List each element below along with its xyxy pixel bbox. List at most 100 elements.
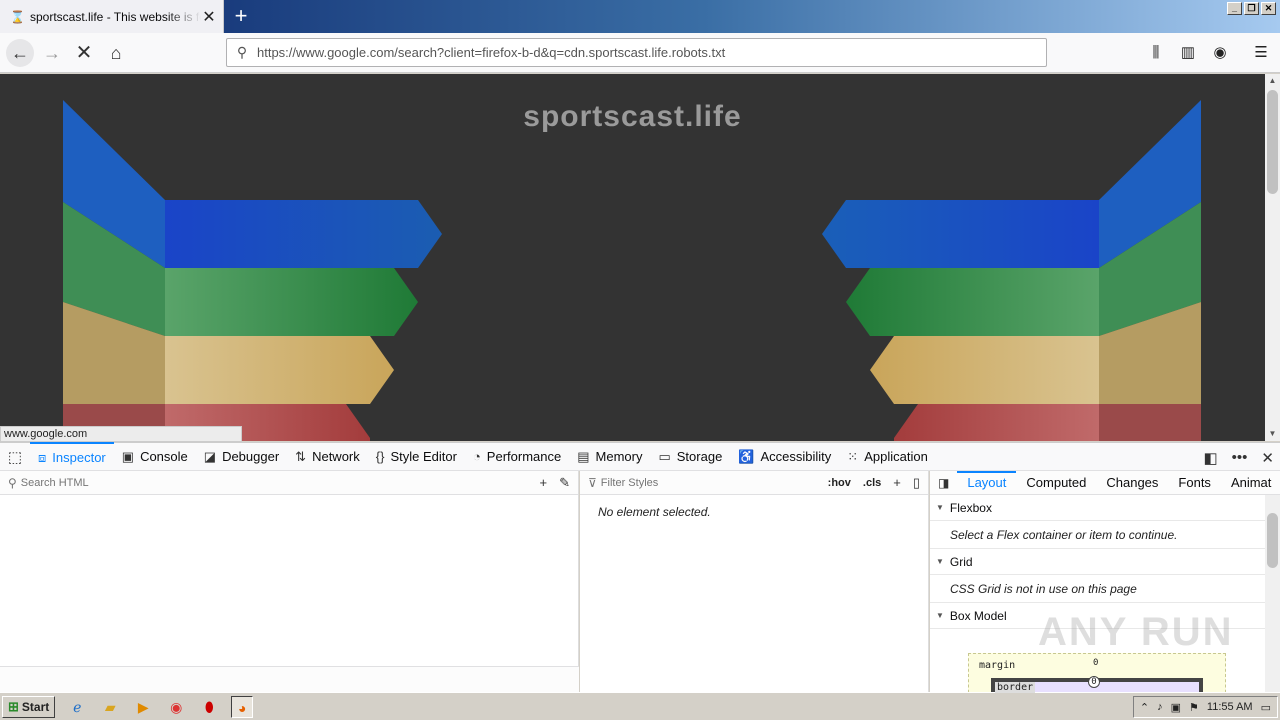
devtools-tab-inspector[interactable]: ⧈ Inspector (30, 442, 114, 471)
box-model-label: Box Model (949, 608, 1007, 623)
url-input[interactable] (257, 45, 1046, 60)
devtools-tab-accessibility[interactable]: ♿ Accessibility (730, 442, 839, 471)
more-options-icon[interactable]: ••• (1232, 449, 1248, 466)
stop-button[interactable]: ✕ (70, 39, 98, 67)
library-icon[interactable]: ⫼ (1142, 39, 1170, 67)
close-tab-icon[interactable]: ✕ (201, 7, 217, 27)
flag-icon[interactable]: ⚑ (1189, 701, 1199, 714)
filter-styles-input[interactable] (600, 476, 816, 489)
back-button[interactable]: ← (6, 39, 34, 67)
breadcrumb (0, 666, 579, 692)
eyedropper-icon[interactable]: ✎ (559, 475, 570, 491)
forward-button[interactable]: → (38, 39, 66, 67)
pick-element-icon[interactable]: ⬚ (0, 448, 30, 466)
devtools-tab-network[interactable]: ⇅ Network (287, 442, 368, 471)
performance-icon: ◔ (472, 449, 481, 464)
margin-label: margin (979, 660, 1016, 671)
devtools-tab-label: Debugger (222, 449, 280, 464)
flexbox-message: Select a Flex container or item to conti… (930, 521, 1265, 549)
add-rule-icon[interactable]: + (893, 475, 901, 490)
system-tray: ⌃ ♪ ▣ ⚑ 11:55 AM ▭ (1132, 696, 1278, 718)
scroll-down-icon[interactable]: ▼ (1265, 427, 1280, 441)
rules-pane: ⊽ :hov .cls + ▯ No element selected. (580, 471, 929, 692)
show-desktop-icon[interactable]: ▭ (1261, 701, 1271, 714)
folder-icon[interactable]: ▰ (99, 696, 121, 718)
page-scrollbar[interactable]: ▲ ▼ (1265, 74, 1280, 441)
clock[interactable]: 11:55 AM (1207, 701, 1253, 713)
devtools-tab-console[interactable]: ▣ Console (114, 442, 196, 471)
devtools-tab-style-editor[interactable]: {} Style Editor (368, 442, 465, 471)
tab-fonts[interactable]: Fonts (1168, 471, 1221, 494)
devtools-tab-debugger[interactable]: ◪ Debugger (196, 442, 287, 471)
ie-icon[interactable]: ℯ (66, 696, 88, 718)
box-model-section-header[interactable]: ▼ Box Model (930, 603, 1265, 629)
firefox-icon[interactable]: ◕ (231, 695, 254, 718)
opera-icon[interactable]: ⬮ (198, 696, 220, 718)
flexbox-label: Flexbox (949, 500, 992, 515)
border-top-value[interactable]: 0 (1088, 676, 1100, 688)
tab-computed[interactable]: Computed (1016, 471, 1096, 494)
inspector-icon: ⧈ (38, 449, 47, 465)
site-title: sportscast.life (523, 100, 742, 133)
filter-icon: ⊽ (588, 475, 597, 490)
url-bar[interactable]: ⚲ (226, 38, 1047, 67)
print-media-icon[interactable]: ▯ (913, 475, 920, 491)
menu-icon[interactable]: ☰ (1247, 39, 1275, 67)
devtools-tab-label: Network (312, 449, 360, 464)
media-player-icon[interactable]: ▶ (132, 696, 154, 718)
devtools-tab-label: Storage (676, 449, 723, 464)
search-html-input[interactable] (20, 476, 528, 489)
layout-scrollbar[interactable] (1265, 495, 1280, 692)
toggle-pane-icon[interactable]: ◨ (930, 476, 957, 490)
tray-expand-icon[interactable]: ⌃ (1140, 701, 1149, 714)
search-html-row: ⚲ + ✎ (0, 471, 578, 495)
search-icon: ⚲ (8, 475, 17, 490)
network-tray-icon[interactable]: ▣ (1171, 701, 1181, 714)
devtools-tab-storage[interactable]: ▭ Storage (650, 442, 730, 471)
scrollbar-thumb[interactable] (1267, 513, 1278, 568)
devtools-tab-label: Console (140, 449, 188, 464)
volume-icon[interactable]: ♪ (1157, 701, 1163, 713)
devtools-tab-performance[interactable]: ◔ Performance (465, 442, 569, 471)
tab-title: sportscast.life - This website is for sa… (30, 9, 201, 24)
scroll-up-icon[interactable]: ▲ (1265, 74, 1280, 88)
devtools-tab-label: Inspector (52, 450, 106, 465)
chrome-icon[interactable]: ◉ (165, 696, 187, 718)
close-window-button[interactable]: ✕ (1261, 2, 1276, 15)
grid-section-header[interactable]: ▼ Grid (930, 549, 1265, 575)
hourglass-icon: ⌛ (10, 9, 25, 24)
devtools-tab-memory[interactable]: ▤ Memory (569, 442, 650, 471)
dock-icon[interactable]: ◧ (1203, 449, 1217, 467)
expand-triangle-icon: ▼ (936, 557, 944, 566)
page-content: sportscast.life (0, 74, 1265, 441)
tab-changes[interactable]: Changes (1096, 471, 1168, 494)
devtools-tab-label: Application (864, 449, 928, 464)
console-icon: ▣ (121, 448, 135, 464)
restore-button[interactable]: ❐ (1244, 2, 1259, 15)
network-icon: ⇅ (295, 448, 307, 464)
account-icon[interactable]: ◉ (1206, 39, 1234, 67)
border-label: border (995, 682, 1036, 693)
margin-top-value[interactable]: 0 (1093, 658, 1098, 668)
tab-layout[interactable]: Layout (957, 471, 1017, 494)
grid-message: CSS Grid is not in use on this page (930, 575, 1265, 603)
add-node-icon[interactable]: + (540, 475, 548, 490)
filter-styles-row: ⊽ :hov .cls + ▯ (580, 471, 928, 495)
hov-toggle[interactable]: :hov (828, 477, 851, 489)
taskbar: ⊞ Start ℯ ▰ ▶ ◉ ⬮ ◕ ⌃ ♪ ▣ ⚑ 11:55 AM ▭ (0, 692, 1280, 720)
new-tab-button[interactable]: + (228, 4, 254, 30)
devtools-tab-label: Accessibility (760, 449, 832, 464)
minimize-button[interactable]: _ (1227, 2, 1242, 15)
browser-tab[interactable]: ⌛ sportscast.life - This website is for … (0, 0, 224, 33)
devtools-tab-label: Memory (595, 449, 643, 464)
flexbox-section-header[interactable]: ▼ Flexbox (930, 495, 1265, 521)
cls-toggle[interactable]: .cls (863, 477, 881, 489)
devtools-tab-application[interactable]: ⁙ Application (839, 442, 936, 471)
title-bar: ⌛ sportscast.life - This website is for … (0, 0, 1280, 33)
sidebar-icon[interactable]: ▥ (1174, 39, 1202, 67)
start-button[interactable]: ⊞ Start (2, 695, 56, 718)
close-devtools-icon[interactable]: ✕ (1261, 449, 1274, 467)
scrollbar-thumb[interactable] (1267, 90, 1278, 194)
home-button[interactable]: ⌂ (102, 39, 130, 67)
tab-animations[interactable]: Animat (1221, 471, 1280, 494)
